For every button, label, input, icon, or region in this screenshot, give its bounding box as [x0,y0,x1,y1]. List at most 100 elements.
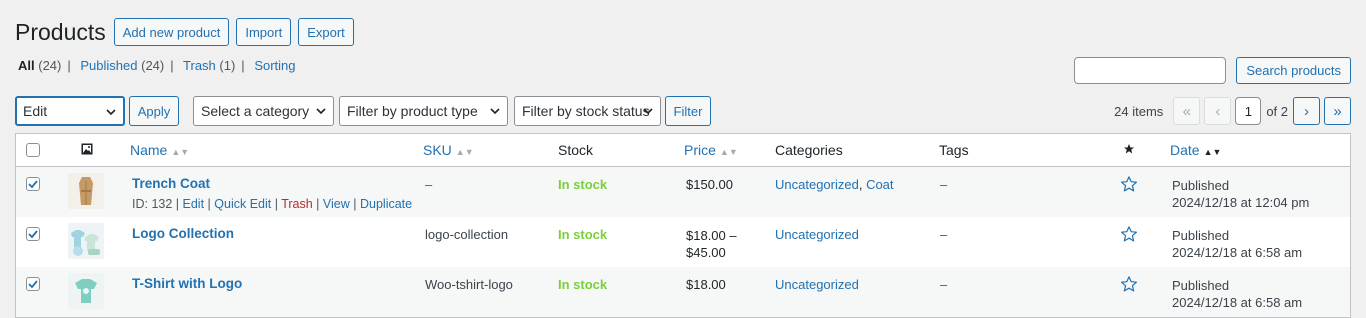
column-price-label: Price [684,142,716,158]
view-all-label: All [18,58,35,73]
tags-cell: – [940,177,948,192]
star-outline-icon[interactable] [1120,275,1138,293]
trash-link[interactable]: Trash [281,197,313,211]
search-products-button[interactable]: Search products [1236,57,1351,84]
price-value-max: $45.00 [686,245,726,260]
tablenav: Edit Apply Select a category Filter by p… [15,96,1351,126]
prev-page-button: ‹ [1204,97,1232,125]
sort-icon: ▲▼ [719,147,738,157]
bulk-action-select[interactable]: Edit [15,96,125,126]
publish-date: 2024/12/18 at 6:58 am [1172,295,1303,310]
table-row: T-Shirt with Logo Woo-tshirt-logo In sto… [16,267,1350,317]
category-link[interactable]: Coat [866,177,893,192]
total-pages: of 2 [1266,103,1288,119]
product-name-cell: T-Shirt with Logo [132,276,242,291]
items-count: 24 items [1114,103,1164,119]
row-actions: ID: 132 | Edit | Quick Edit | Trash | Vi… [132,197,413,211]
category-link[interactable]: Uncategorized [775,277,859,292]
view-link[interactable]: View [323,197,350,211]
chevron-down-icon [490,108,500,115]
column-date[interactable]: Date ▲▼ [1170,142,1221,158]
column-price[interactable]: Price ▲▼ [684,142,738,158]
export-button[interactable]: Export [298,18,354,46]
price-value: $150.00 [686,177,733,192]
product-name-link[interactable]: T-Shirt with Logo [132,276,242,291]
view-sorting[interactable]: Sorting [254,58,295,73]
pagination: 24 items « ‹ 1 of 2 › » [1114,96,1351,126]
row-checkbox[interactable] [26,227,40,241]
current-page-input[interactable]: 1 [1235,97,1262,125]
bulk-action-value: Edit [23,103,48,119]
product-thumbnail[interactable] [68,173,104,209]
column-tags: Tags [939,142,969,158]
quick-edit-link[interactable]: Quick Edit [214,197,271,211]
publish-status: Published [1172,228,1230,243]
categories-cell: Uncategorized [775,277,859,292]
featured-star-icon[interactable] [1123,143,1135,155]
category-filter-select[interactable]: Select a category [193,96,334,126]
duplicate-link[interactable]: Duplicate [360,197,412,211]
apply-button[interactable]: Apply [129,96,179,126]
sort-icon: ▲▼ [171,147,190,157]
product-name-link[interactable]: Logo Collection [132,226,234,241]
stock-status-filter-value: Filter by stock status [522,103,650,119]
products-table: Name ▲▼ SKU ▲▼ Stock Price ▲▼ Categories Ta… [15,133,1351,318]
category-link[interactable]: Uncategorized [775,227,859,242]
column-name[interactable]: Name ▲▼ [130,142,189,158]
next-page-button[interactable]: › [1293,97,1320,125]
table-row: Trench Coat ID: 132 | Edit | Quick Edit … [16,167,1350,217]
add-new-product-button[interactable]: Add new product [113,18,230,46]
view-published[interactable]: Published (24) [80,58,164,73]
categories-cell: Uncategorized [775,227,859,242]
stock-status: In stock [558,227,608,242]
publish-date: 2024/12/18 at 12:04 pm [1172,195,1310,210]
stock-status-filter-select[interactable]: Filter by stock status [514,96,661,126]
view-published-count: (24) [141,58,165,73]
view-all[interactable]: All (24) [18,58,61,73]
search-box: Search products [1074,57,1351,84]
filter-button[interactable]: Filter [665,96,711,126]
table-header: Name ▲▼ SKU ▲▼ Stock Price ▲▼ Categories Ta… [16,134,1350,167]
column-categories: Categories [775,142,843,158]
select-all-checkbox[interactable] [26,143,40,157]
tags-cell: – [940,277,948,292]
column-date-label: Date [1170,142,1200,158]
product-type-filter-select[interactable]: Filter by product type [339,96,508,126]
price-value: $18.00 [686,277,726,292]
chevron-down-icon [316,108,326,115]
last-page-button[interactable]: » [1324,97,1351,125]
publish-status: Published [1172,278,1230,293]
checkmark-icon [28,230,38,239]
category-link[interactable]: Uncategorized [775,177,859,192]
date-cell: Published 2024/12/18 at 6:58 am [1172,277,1302,311]
sku-cell: – [425,177,433,192]
stock-status: In stock [558,277,608,292]
product-type-filter-value: Filter by product type [347,103,478,119]
price-cell: $150.00 [686,177,733,196]
sort-desc-icon: ▲▼ [1203,147,1222,157]
row-checkbox[interactable] [26,277,40,291]
price-cell: $18.00 [686,277,726,292]
view-trash[interactable]: Trash (1) [183,58,235,73]
edit-link[interactable]: Edit [183,197,205,211]
row-checkbox[interactable] [26,177,40,191]
star-outline-icon[interactable] [1120,225,1138,243]
column-stock: Stock [558,142,594,158]
price-value: $18.00 – [686,228,737,243]
column-sku[interactable]: SKU ▲▼ [423,142,474,158]
first-page-button: « [1173,97,1201,125]
product-thumbnail[interactable] [68,223,104,259]
view-trash-label: Trash [183,58,216,73]
date-cell: Published 2024/12/18 at 12:04 pm [1172,177,1309,211]
product-name-link[interactable]: Trench Coat [132,176,412,191]
star-outline-icon[interactable] [1120,175,1138,193]
import-button[interactable]: Import [236,18,292,46]
sku-cell: Woo-tshirt-logo [425,277,513,292]
price-cell: $18.00 – $45.00 [686,227,737,261]
search-input[interactable] [1074,57,1227,84]
publish-status: Published [1172,178,1230,193]
checkmark-icon [28,280,38,289]
stock-status: In stock [558,177,608,192]
product-thumbnail[interactable] [68,273,104,309]
view-trash-count: (1) [219,58,236,73]
